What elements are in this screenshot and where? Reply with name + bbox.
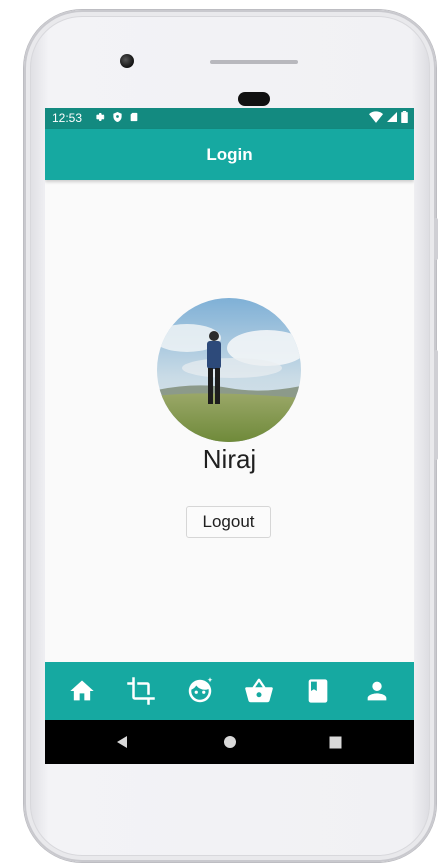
earpiece <box>238 92 270 106</box>
battery-icon <box>401 111 408 123</box>
sd-card-icon <box>130 112 138 122</box>
system-home-button[interactable] <box>200 720 260 764</box>
screen: 12:53 Login Niraj Logout <box>45 108 414 764</box>
power-button <box>434 218 438 260</box>
wifi-icon <box>369 111 383 123</box>
nav-basket[interactable] <box>242 674 276 708</box>
person-icon <box>367 681 386 701</box>
app-bar-title: Login <box>206 145 253 164</box>
crop-icon <box>127 677 155 705</box>
avatar-photo <box>157 298 301 442</box>
app-bar: Login <box>45 129 414 180</box>
back-icon <box>117 736 127 748</box>
front-camera <box>120 54 134 68</box>
volume-button <box>434 350 438 460</box>
speaker-grille <box>210 60 298 64</box>
recents-icon <box>329 736 341 748</box>
nav-profile[interactable] <box>360 674 394 708</box>
status-bar: 12:53 <box>45 108 414 129</box>
profile-name: Niraj <box>202 444 257 474</box>
system-nav-bar <box>45 720 414 764</box>
system-back-button[interactable] <box>92 720 152 764</box>
nav-face[interactable] <box>183 674 217 708</box>
basket-icon <box>245 678 273 703</box>
book-icon <box>308 679 328 703</box>
nav-book[interactable] <box>301 674 335 708</box>
bottom-nav <box>45 662 414 720</box>
status-icons-right <box>369 111 408 123</box>
system-recents-button[interactable] <box>305 720 365 764</box>
nav-crop[interactable] <box>124 674 158 708</box>
avatar <box>157 298 301 442</box>
status-time: 12:53 <box>52 111 83 125</box>
status-icons-left <box>94 111 139 123</box>
face-icon <box>188 677 213 703</box>
nav-home[interactable] <box>65 674 99 708</box>
home-icon <box>70 680 95 701</box>
shield-icon <box>113 111 122 123</box>
signal-icon <box>387 112 397 122</box>
settings-icon <box>96 113 105 121</box>
logout-button[interactable]: Logout <box>186 506 271 538</box>
home-circle-icon <box>224 736 236 748</box>
